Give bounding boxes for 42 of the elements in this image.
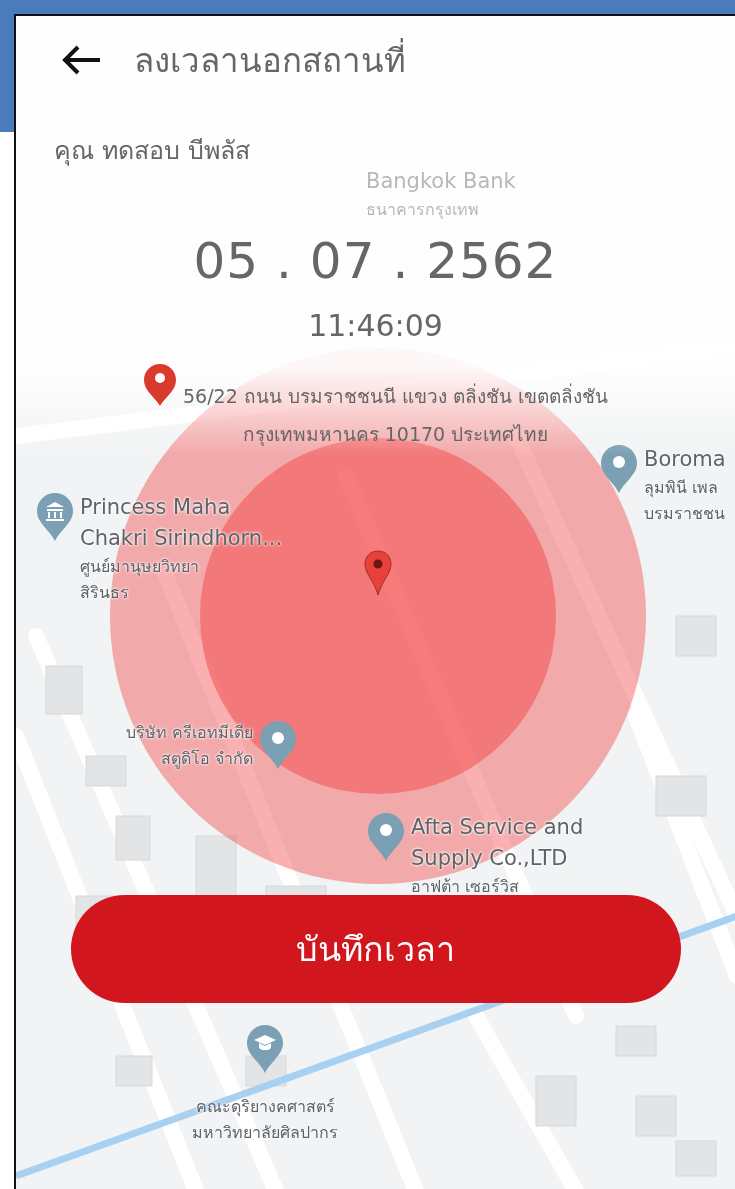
place-name: Boroma xyxy=(644,446,726,473)
place-name: Princess Maha xyxy=(80,494,232,521)
place-name-thai: บรมราชชน xyxy=(644,503,726,525)
place-name-thai: บริษัท ครีเอทมีเดีย xyxy=(126,722,254,744)
place-name-thai: ศูนย์มานุษยวิทยา xyxy=(80,556,200,579)
place-name-thai: อาฟต้า เซอร์วิส xyxy=(411,876,521,898)
building-footprint xyxy=(45,665,83,715)
building-footprint xyxy=(195,835,237,897)
location-pin-icon xyxy=(143,363,177,407)
date-text: 05 . 07 . 2562 xyxy=(193,232,558,290)
building-footprint xyxy=(85,755,127,787)
building-footprint xyxy=(115,815,151,861)
building-footprint xyxy=(635,1095,677,1137)
building-footprint xyxy=(535,1075,577,1127)
place-name: Afta Service and xyxy=(411,814,584,841)
place-name: Bangkok Bank xyxy=(366,168,516,195)
place-name-thai: สตูดิโอ จำกัด xyxy=(161,748,254,771)
employee-name: คุณ ทดสอบ บีพลัส xyxy=(54,135,250,168)
address-text: 56/22 ถนน บรมราชชนนี แขวง ตลิ่งชัน เขตตลิ่งชัน xyxy=(183,382,608,409)
place-marker-icon[interactable] xyxy=(367,812,405,862)
place-name-thai: มหาวิทยาลัยศิลปากร xyxy=(192,1122,338,1144)
place-name-thai: ธนาคารกรุงเทพ xyxy=(366,199,480,222)
place-name-thai: ลุมพินี เพล xyxy=(644,477,720,500)
building-footprint xyxy=(615,1025,657,1057)
address-text: กรุงเทพมหานคร 10170 ประเทศไทย xyxy=(242,422,549,448)
building-footprint xyxy=(675,1140,717,1177)
graduation-cap-marker-icon[interactable] xyxy=(246,1024,284,1074)
place-marker-icon[interactable] xyxy=(259,720,298,770)
place-marker-icon[interactable] xyxy=(600,444,638,494)
place-name-thai: สิรินธร xyxy=(80,582,130,604)
museum-marker-icon[interactable] xyxy=(36,492,74,542)
time-text: 11:46:09 xyxy=(308,308,443,343)
building-footprint xyxy=(115,1055,153,1087)
location-pin-icon xyxy=(364,550,392,596)
back-arrow-icon[interactable] xyxy=(62,44,102,76)
place-name: Chakri Sirindhorn... xyxy=(80,525,283,552)
save-time-button[interactable]: บันทึกเวลา xyxy=(70,895,681,1003)
page-title: ลงเวลานอกสถานที่ xyxy=(134,37,406,82)
building-footprint xyxy=(655,775,707,817)
building-footprint xyxy=(675,615,717,657)
place-name-thai: คณะดุริยางคศาสตร์ xyxy=(195,1096,335,1119)
place-name: Supply Co.,LTD xyxy=(411,845,569,872)
